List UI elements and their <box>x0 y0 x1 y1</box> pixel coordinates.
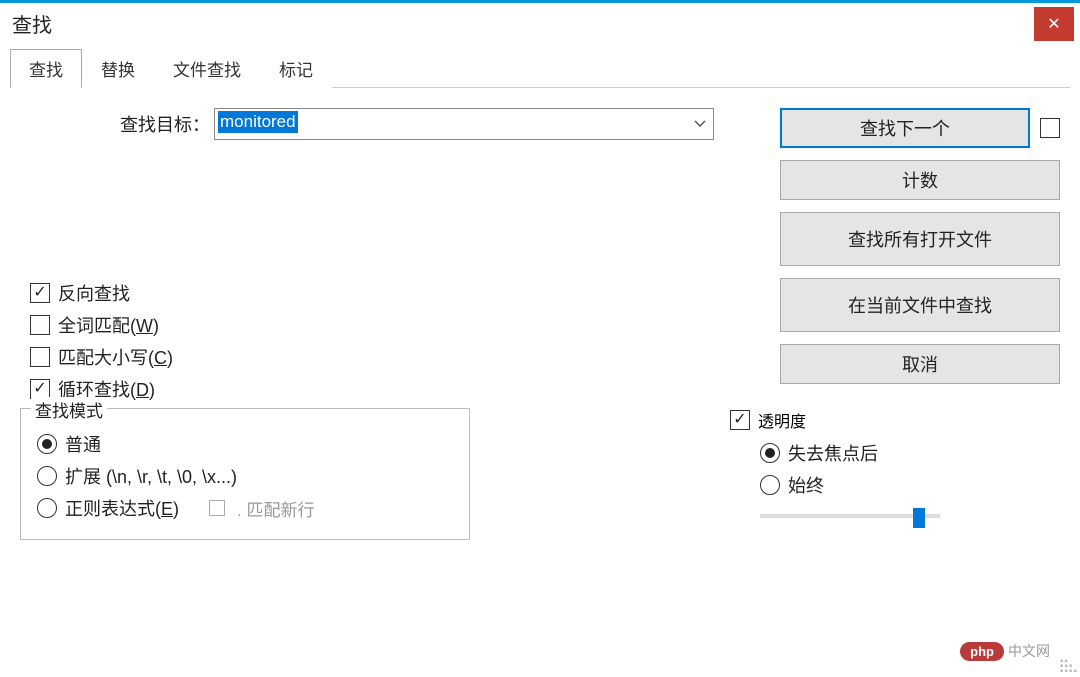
trans-always-row: 始终 <box>760 472 940 498</box>
wrap-around-checkbox[interactable] <box>30 379 50 399</box>
transparency-checkbox[interactable] <box>730 410 750 430</box>
find-all-current-button[interactable]: 在当前文件中查找 <box>780 278 1060 332</box>
find-input[interactable] <box>214 108 714 140</box>
mode-extended-row: 扩展 (\n, \r, \t, \0, \x...) <box>37 463 453 489</box>
mode-extended-label: 扩展 (\n, \r, \t, \0, \x...) <box>65 463 237 489</box>
right-column: 查找下一个 计数 查找所有打开文件 在当前文件中查找 取消 <box>780 108 1060 408</box>
watermark-pill: php <box>960 642 1004 661</box>
find-next-button[interactable]: 查找下一个 <box>780 108 1030 148</box>
find-next-row: 查找下一个 <box>780 108 1060 148</box>
watermark-text: 中文网 <box>1008 641 1050 661</box>
tab-bar: 查找 替换 文件查找 标记 <box>10 48 1070 88</box>
transparency-title: 透明度 <box>758 408 806 432</box>
watermark: php 中文网 <box>960 641 1050 661</box>
close-button[interactable]: ✕ <box>1034 7 1074 41</box>
cancel-button[interactable]: 取消 <box>780 344 1060 384</box>
reverse-search-row: 反向查找 <box>30 280 770 306</box>
match-newline-row: . 匹配新行 <box>209 496 314 521</box>
match-newline-checkbox <box>209 500 225 516</box>
mode-normal-row: 普通 <box>37 431 453 457</box>
mode-extended-radio[interactable] <box>37 466 57 486</box>
find-combobox[interactable]: monitored <box>214 108 714 140</box>
close-icon: ✕ <box>1047 14 1060 34</box>
slider-thumb[interactable] <box>913 508 925 528</box>
transparency-group: 透明度 失去焦点后 始终 <box>730 408 940 540</box>
match-case-row: 匹配大小写(C) <box>30 344 770 370</box>
whole-word-checkbox[interactable] <box>30 315 50 335</box>
find-label: 查找目标： <box>120 111 210 137</box>
find-all-open-button[interactable]: 查找所有打开文件 <box>780 212 1060 266</box>
match-newline-label: . 匹配新行 <box>237 496 314 521</box>
tab-find-in-files[interactable]: 文件查找 <box>154 49 260 88</box>
mode-normal-radio[interactable] <box>37 434 57 454</box>
whole-word-row: 全词匹配(W) <box>30 312 770 338</box>
match-case-checkbox[interactable] <box>30 347 50 367</box>
tab-replace[interactable]: 替换 <box>82 49 154 88</box>
options-block: 反向查找 全词匹配(W) 匹配大小写(C) 循环查找(D) <box>20 280 770 402</box>
window-title: 查找 <box>12 9 52 38</box>
transparency-inner: 失去焦点后 始终 <box>730 440 940 526</box>
tab-find[interactable]: 查找 <box>10 49 82 88</box>
titlebar: 查找 ✕ <box>0 0 1080 44</box>
trans-always-label: 始终 <box>788 472 824 498</box>
transparency-slider[interactable] <box>760 506 940 526</box>
transparency-title-row: 透明度 <box>730 408 940 432</box>
direction-checkbox[interactable] <box>1040 118 1060 138</box>
reverse-search-checkbox[interactable] <box>30 283 50 303</box>
mode-regex-radio[interactable] <box>37 498 57 518</box>
mode-regex-row: 正则表达式(E) . 匹配新行 <box>37 495 453 521</box>
trans-lose-focus-radio[interactable] <box>760 443 780 463</box>
groups-row: 查找模式 普通 扩展 (\n, \r, \t, \0, \x...) 正则表达式… <box>0 408 1080 540</box>
mode-normal-label: 普通 <box>65 431 101 457</box>
count-button[interactable]: 计数 <box>780 160 1060 200</box>
wrap-around-row: 循环查找(D) <box>30 376 770 402</box>
find-row: 查找目标： monitored <box>20 108 770 140</box>
trans-lose-focus-label: 失去焦点后 <box>788 440 878 466</box>
trans-lose-focus-row: 失去焦点后 <box>760 440 940 466</box>
whole-word-label: 全词匹配(W) <box>58 312 159 338</box>
mode-regex-label: 正则表达式(E) <box>65 495 179 521</box>
match-case-label: 匹配大小写(C) <box>58 344 173 370</box>
resize-grip-icon[interactable]: ▪▪▪▪▪▪▪▪▪ <box>1060 659 1078 674</box>
search-mode-group: 查找模式 普通 扩展 (\n, \r, \t, \0, \x...) 正则表达式… <box>20 408 470 540</box>
dialog-content: 查找目标： monitored 反向查找 全词匹配(W) 匹配大小写(C) <box>0 88 1080 418</box>
trans-always-radio[interactable] <box>760 475 780 495</box>
reverse-search-label: 反向查找 <box>58 280 130 306</box>
search-mode-title: 查找模式 <box>31 397 107 422</box>
tab-mark[interactable]: 标记 <box>260 49 332 88</box>
left-column: 查找目标： monitored 反向查找 全词匹配(W) 匹配大小写(C) <box>20 108 780 408</box>
